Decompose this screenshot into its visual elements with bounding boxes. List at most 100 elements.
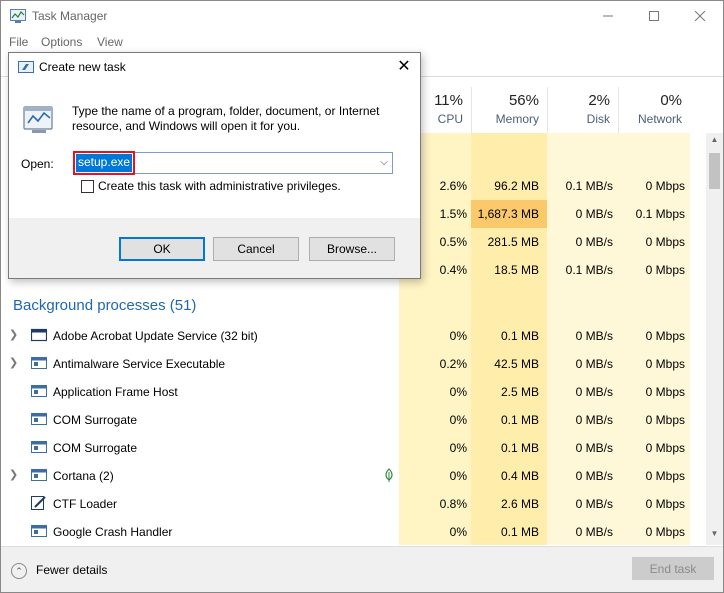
menu-view[interactable]: View	[97, 35, 123, 49]
disk-cell: 0 MB/s	[575, 469, 613, 483]
footer-bar: ⌃ Fewer details End task	[1, 546, 723, 592]
open-label: Open:	[21, 157, 54, 171]
network-label: Network	[637, 112, 682, 126]
memory-cell: 1,687.3 MB	[471, 200, 547, 228]
dialog-close-icon[interactable]: ✕	[391, 56, 417, 78]
admin-privileges-checkbox[interactable]	[81, 180, 94, 193]
memory-cell: 0.4 MB	[500, 469, 539, 483]
cpu-cell: 0.8%	[439, 497, 467, 511]
create-new-task-dialog: Create new task ✕ Type the name of a pro…	[8, 52, 421, 279]
table-row[interactable]: Application Frame Host 0% 2.5 MB 0 MB/s …	[1, 378, 706, 406]
network-cell: 0 Mbps	[645, 235, 685, 249]
group-header-background-processes[interactable]: Background processes (51)	[13, 297, 196, 314]
chevron-down-icon[interactable]: ⌵	[376, 155, 392, 171]
menu-options[interactable]: Options	[41, 35, 82, 49]
ok-button[interactable]: OK	[119, 237, 205, 261]
cpu-cell: 0%	[449, 385, 467, 399]
process-name: COM Surrogate	[53, 441, 138, 455]
disk-cell: 0.1 MB/s	[565, 263, 613, 277]
scroll-up-arrow-icon[interactable]: ▲	[706, 135, 723, 149]
disk-cell: 0.1 MB/s	[565, 179, 613, 193]
network-cell: 0 Mbps	[645, 413, 685, 427]
column-header-memory[interactable]: 56% Memory	[471, 87, 547, 133]
network-cell: 0 Mbps	[645, 497, 685, 511]
cpu-cell: 0%	[449, 413, 467, 427]
open-input[interactable]: setup.exe	[72, 151, 136, 175]
disk-label: Disk	[586, 112, 610, 126]
cancel-button[interactable]: Cancel	[213, 237, 299, 261]
network-percent: 0%	[660, 92, 682, 109]
cpu-cell: 0%	[449, 329, 467, 343]
process-name: Application Frame Host	[53, 385, 178, 399]
fewer-details-link[interactable]: Fewer details	[36, 563, 107, 577]
scroll-down-arrow-icon[interactable]: ▼	[706, 529, 723, 543]
table-row[interactable]: COM Surrogate 0% 0.1 MB 0 MB/s 0 Mbps	[1, 406, 706, 434]
cpu-cell: 0%	[449, 525, 467, 539]
window-title: Task Manager	[32, 9, 108, 23]
table-row[interactable]: CTF Loader 0.8% 2.6 MB 0 MB/s 0 Mbps	[1, 490, 706, 518]
disk-cell: 0 MB/s	[575, 497, 613, 511]
memory-label: Memory	[495, 112, 539, 126]
suspended-leaf-icon	[385, 468, 393, 482]
maximize-icon	[649, 11, 659, 21]
expand-chevron-icon[interactable]: ❯	[9, 356, 18, 369]
run-dialog-icon	[18, 61, 34, 73]
memory-cell: 96.2 MB	[494, 179, 539, 193]
column-header-network[interactable]: 0% Network	[618, 87, 690, 133]
memory-cell: 0.1 MB	[500, 525, 539, 539]
disk-cell: 0 MB/s	[575, 329, 613, 343]
network-cell: 0 Mbps	[645, 329, 685, 343]
minimize-button[interactable]	[585, 1, 631, 31]
menu-bar: File Options View	[1, 32, 723, 52]
pen-edit-icon	[31, 496, 46, 510]
memory-cell: 42.5 MB	[494, 357, 539, 371]
window-app-icon	[31, 385, 47, 397]
memory-percent: 56%	[508, 92, 539, 109]
network-cell: 0 Mbps	[645, 385, 685, 399]
end-task-button[interactable]: End task	[632, 557, 714, 580]
disk-cell: 0 MB/s	[575, 413, 613, 427]
admin-privileges-label[interactable]: Create this task with administrative pri…	[98, 179, 341, 193]
process-name: COM Surrogate	[53, 413, 138, 427]
table-row[interactable]: ❯ Adobe Acrobat Update Service (32 bit) …	[1, 322, 706, 350]
column-header-disk[interactable]: 2% Disk	[547, 87, 618, 133]
maximize-button[interactable]	[631, 1, 677, 31]
minimize-icon	[603, 15, 613, 17]
browse-button[interactable]: Browse...	[309, 237, 395, 261]
close-icon	[695, 11, 705, 21]
network-cell: 0 Mbps	[645, 525, 685, 539]
task-manager-icon	[10, 9, 26, 23]
network-cell: 0 Mbps	[645, 179, 685, 193]
window-app-icon	[31, 328, 47, 342]
window-app-icon	[31, 413, 47, 425]
dialog-title: Create new task	[39, 60, 126, 74]
dialog-title-bar[interactable]: Create new task ✕	[9, 53, 420, 81]
table-row[interactable]: Google Crash Handler 0% 0.1 MB 0 MB/s 0 …	[1, 518, 706, 546]
close-button[interactable]	[677, 1, 723, 31]
title-bar[interactable]: Task Manager	[1, 1, 723, 32]
network-cell: 0 Mbps	[645, 469, 685, 483]
open-combobox[interactable]: setup.exe ⌵	[72, 151, 393, 175]
memory-cell: 0.1 MB	[500, 413, 539, 427]
process-name: Adobe Acrobat Update Service (32 bit)	[53, 329, 258, 343]
network-cell: 0.1 Mbps	[635, 207, 685, 221]
network-cell: 0 Mbps	[645, 357, 685, 371]
cpu-cell: 0%	[449, 469, 467, 483]
disk-cell: 0 MB/s	[575, 357, 613, 371]
chevron-up-circle-icon[interactable]: ⌃	[11, 563, 27, 579]
table-row[interactable]: ❯ Antimalware Service Executable 0.2% 42…	[1, 350, 706, 378]
expand-chevron-icon[interactable]: ❯	[9, 328, 18, 341]
disk-cell: 0 MB/s	[575, 441, 613, 455]
vertical-scrollbar[interactable]: ▲ ▼	[706, 133, 723, 545]
process-name: CTF Loader	[53, 497, 118, 511]
table-row[interactable]: COM Surrogate 0% 0.1 MB 0 MB/s 0 Mbps	[1, 434, 706, 462]
process-name: Google Crash Handler	[53, 525, 173, 539]
network-cell: 0 Mbps	[645, 441, 685, 455]
process-name: Cortana (2)	[53, 469, 114, 483]
window-app-icon	[31, 469, 47, 481]
scroll-thumb[interactable]	[709, 153, 720, 189]
expand-chevron-icon[interactable]: ❯	[9, 468, 18, 481]
menu-file[interactable]: File	[9, 35, 28, 49]
disk-percent: 2%	[588, 92, 610, 109]
table-row[interactable]: ❯ Cortana (2) 0% 0.4 MB 0 MB/s 0 Mbps	[1, 462, 706, 490]
